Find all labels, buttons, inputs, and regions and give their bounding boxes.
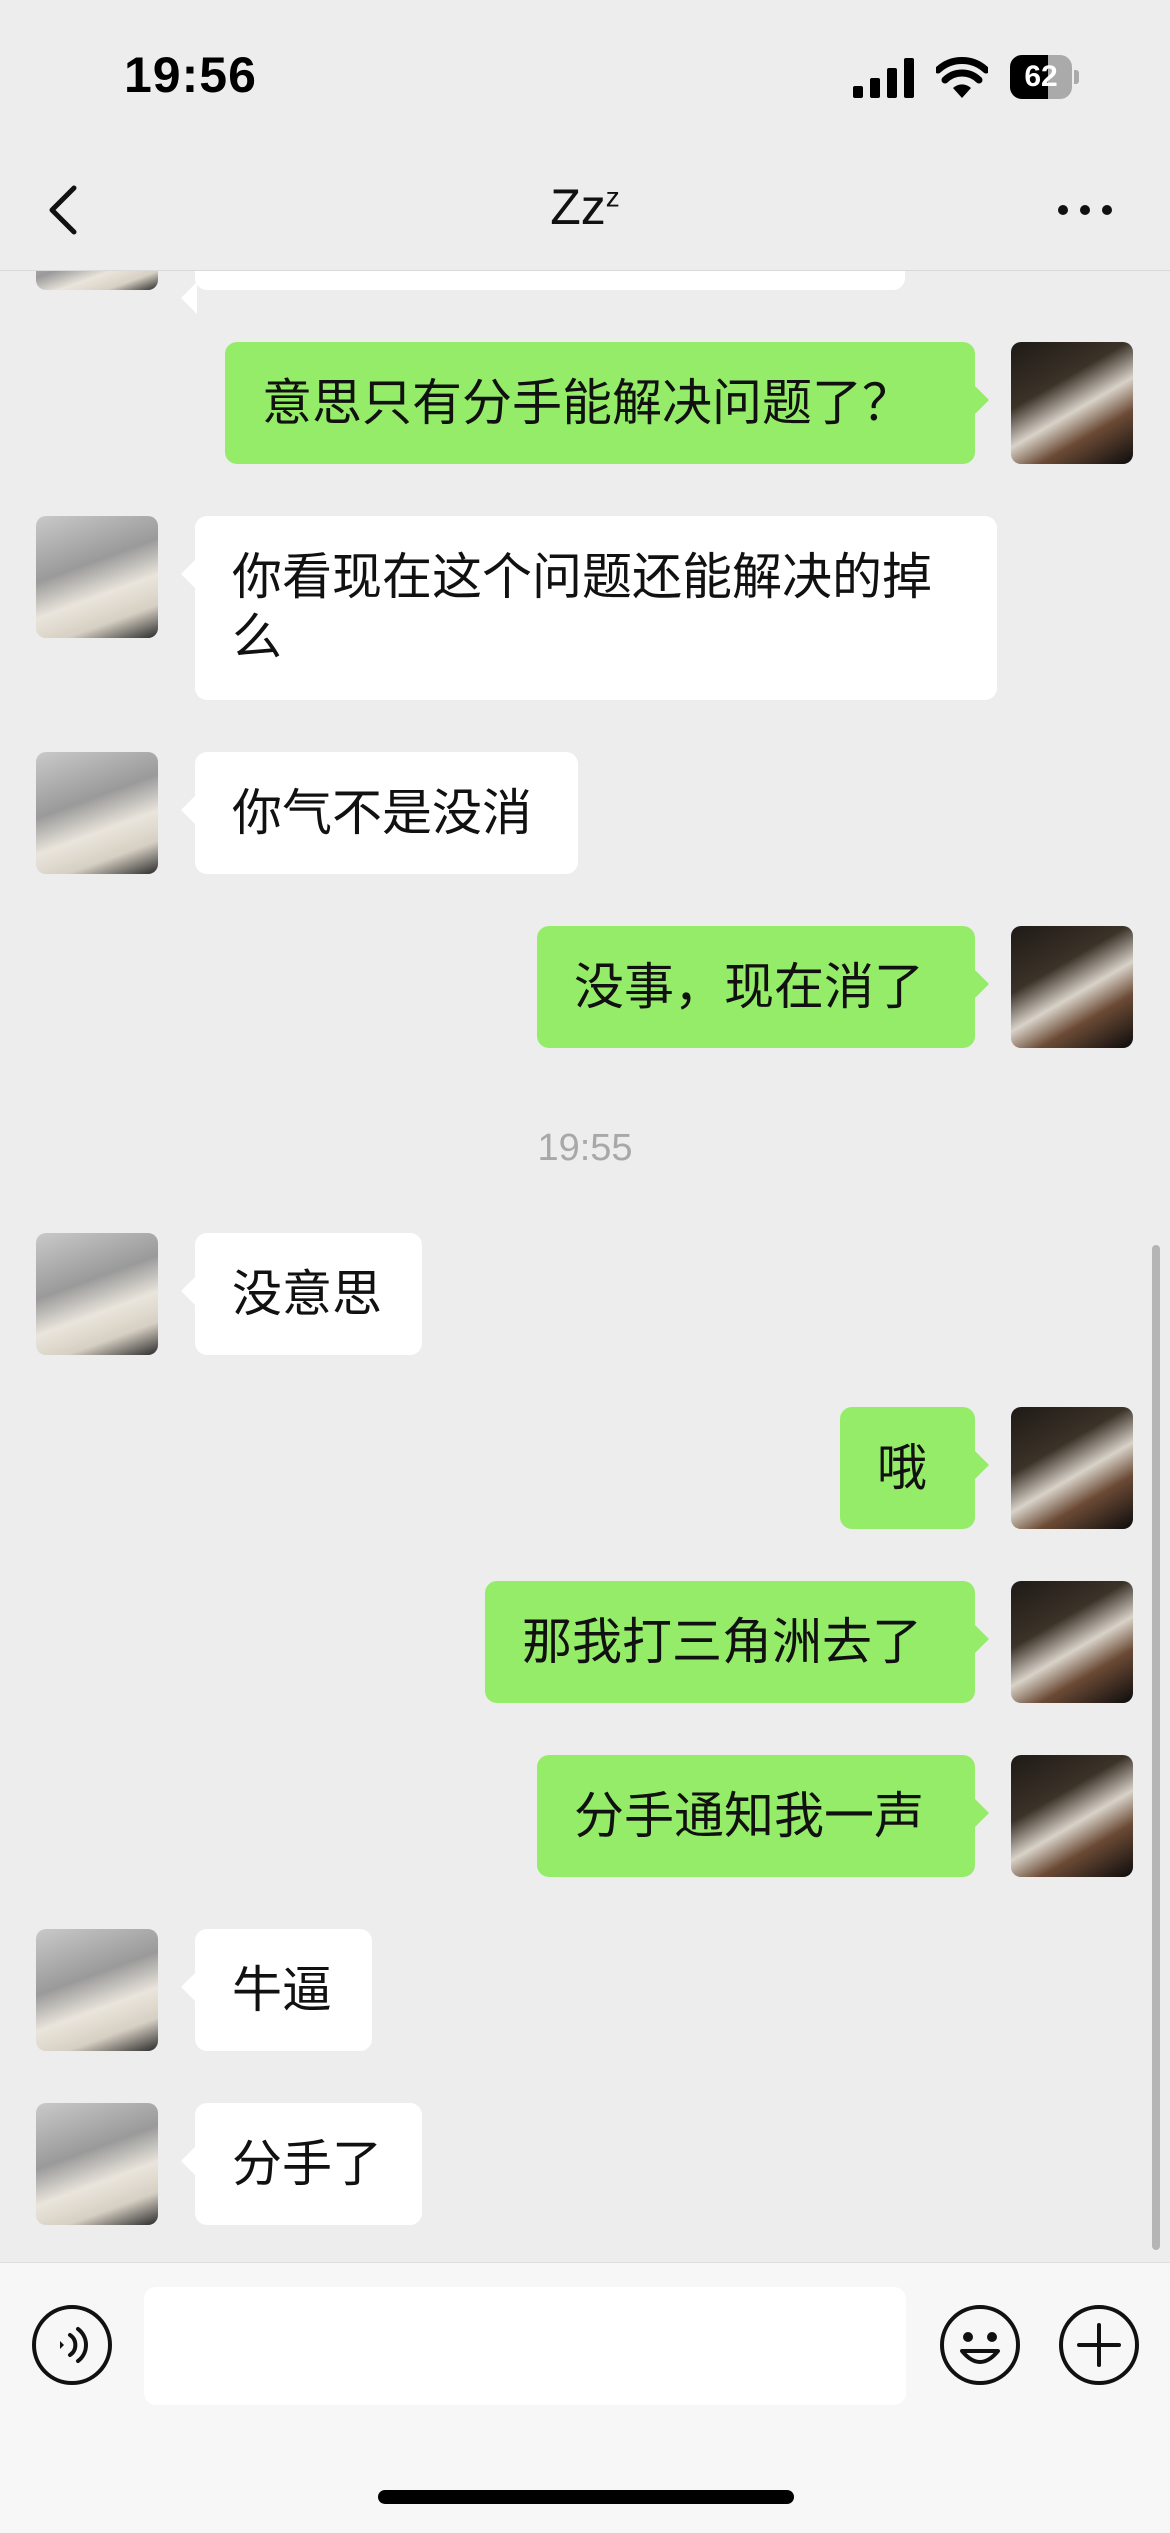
message-input[interactable] bbox=[144, 2287, 906, 2405]
status-time: 19:56 bbox=[124, 47, 257, 103]
user-avatar[interactable] bbox=[1011, 1581, 1133, 1703]
contact-avatar[interactable] bbox=[36, 270, 158, 290]
ellipsis-icon[interactable] bbox=[1055, 190, 1115, 230]
message-timestamp: 19:55 bbox=[537, 1127, 633, 1169]
contact-avatar[interactable] bbox=[36, 1233, 158, 1355]
user-avatar[interactable] bbox=[1011, 1755, 1133, 1877]
message-bubble[interactable]: 那我打三角洲去了 bbox=[485, 1581, 989, 1703]
contact-avatar[interactable] bbox=[36, 516, 158, 638]
battery-indicator: 62 bbox=[1010, 55, 1080, 99]
chat-title-superscript: z bbox=[605, 181, 620, 213]
message-bubble[interactable]: 没意思 bbox=[181, 1233, 422, 1355]
wifi-icon bbox=[936, 57, 988, 98]
battery-level: 62 bbox=[1024, 60, 1058, 93]
user-avatar[interactable] bbox=[1011, 1407, 1133, 1529]
message-bubble[interactable]: 牛逼 bbox=[181, 1929, 372, 2051]
scrollbar[interactable] bbox=[1152, 1245, 1160, 2250]
message-bubble-partial[interactable] bbox=[181, 270, 905, 314]
user-avatar[interactable] bbox=[1011, 342, 1133, 464]
message-bubble[interactable]: 分手通知我一声 bbox=[537, 1755, 989, 1877]
message-bubble[interactable]: 你气不是没消 bbox=[181, 752, 578, 874]
plus-icon[interactable] bbox=[1057, 2303, 1141, 2387]
message-bubble[interactable]: 哦 bbox=[840, 1407, 989, 1529]
cellular-signal-icon bbox=[853, 58, 914, 98]
user-avatar[interactable] bbox=[1011, 926, 1133, 1048]
status-bar: 19:56 62 bbox=[0, 0, 1170, 150]
home-indicator[interactable] bbox=[378, 2490, 794, 2504]
message-bubble[interactable]: 你看现在这个问题还能解决的掉么 bbox=[181, 516, 997, 700]
message-bubble[interactable]: 没事，现在消了 bbox=[537, 926, 989, 1048]
contact-avatar[interactable] bbox=[36, 2103, 158, 2225]
message-bubble[interactable]: 分手了 bbox=[181, 2103, 422, 2225]
contact-avatar[interactable] bbox=[36, 752, 158, 874]
voice-icon[interactable] bbox=[30, 2303, 114, 2387]
message-list[interactable]: 意思只有分手能解决问题了？ 你看现在这个问题还能解决的掉么 你气不是没消 没事，… bbox=[0, 270, 1170, 2260]
chat-title: Zzz bbox=[0, 178, 1170, 236]
smiley-icon[interactable] bbox=[938, 2303, 1022, 2387]
contact-avatar[interactable] bbox=[36, 1929, 158, 2051]
chat-header: Zzz bbox=[0, 150, 1170, 271]
message-bubble[interactable]: 意思只有分手能解决问题了？ bbox=[225, 342, 989, 464]
chat-title-text: Zz bbox=[550, 179, 606, 235]
